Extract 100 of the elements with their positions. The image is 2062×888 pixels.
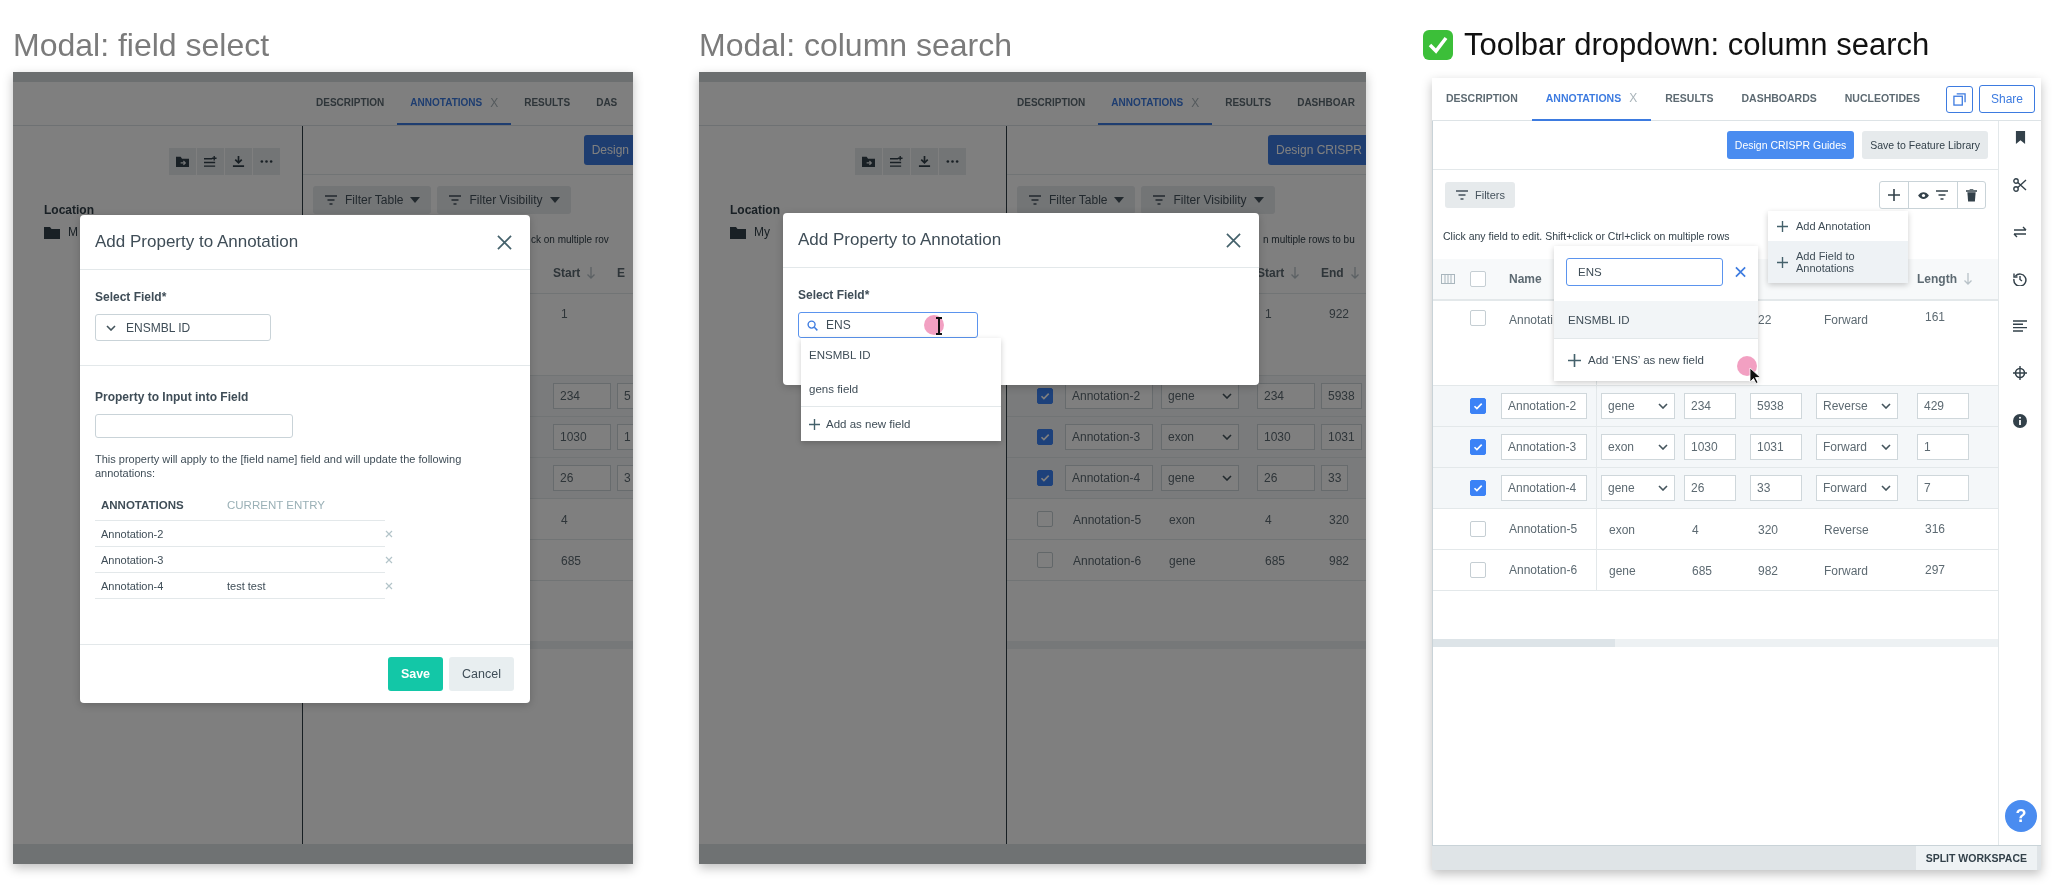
design-button[interactable]: Design CRISPR Guides bbox=[1726, 131, 1855, 159]
tab[interactable]: RESULTS bbox=[1651, 78, 1728, 121]
end-field[interactable]: 1031 bbox=[1321, 424, 1362, 450]
toolbar-button[interactable] bbox=[939, 148, 966, 175]
field-select[interactable]: ENSMBL ID bbox=[95, 314, 271, 341]
tab[interactable]: NUCLEOTIDES bbox=[1830, 78, 1934, 121]
length-field[interactable]: 429 bbox=[1917, 393, 1969, 419]
type-dropdown[interactable]: gene bbox=[1601, 475, 1675, 501]
filter-dropdown[interactable]: Filter Table bbox=[1017, 186, 1136, 214]
checkbox[interactable] bbox=[1470, 271, 1486, 287]
clear-icon[interactable] bbox=[1734, 266, 1746, 278]
tab[interactable]: DASHBOARDS bbox=[1727, 78, 1831, 121]
dropdown-option[interactable]: gens field bbox=[801, 372, 1001, 406]
column-header[interactable]: E bbox=[617, 266, 625, 280]
toolbar-button[interactable] bbox=[169, 148, 196, 175]
toolbar-button[interactable] bbox=[197, 148, 224, 175]
type-dropdown[interactable]: gene bbox=[1601, 393, 1675, 419]
start-field[interactable]: 1030 bbox=[553, 424, 611, 450]
length-field[interactable]: 1 bbox=[1917, 434, 1969, 460]
checkbox[interactable] bbox=[1037, 470, 1053, 486]
name-field[interactable]: Annotation-4 bbox=[1501, 475, 1587, 501]
lines-icon[interactable] bbox=[2013, 320, 2027, 332]
checkbox[interactable] bbox=[1037, 429, 1053, 445]
toolbar-button[interactable] bbox=[225, 148, 252, 175]
name-field[interactable]: Annotation-2 bbox=[1501, 393, 1587, 419]
remove-icon[interactable] bbox=[385, 555, 393, 564]
strand-dropdown[interactable]: Forward bbox=[1816, 475, 1898, 501]
name-field[interactable]: Annotation-4 bbox=[1065, 465, 1153, 491]
search-field[interactable]: ENS bbox=[798, 312, 978, 338]
start-field[interactable]: 26 bbox=[1684, 475, 1736, 501]
search-result[interactable]: ENSMBL ID bbox=[1554, 301, 1758, 339]
cancel-button[interactable]: Cancel bbox=[449, 657, 514, 691]
checkbox[interactable] bbox=[1037, 552, 1053, 568]
start-field[interactable]: 234 bbox=[1684, 393, 1736, 419]
design-button[interactable]: Design CRISPR bbox=[1267, 135, 1366, 165]
folder-name[interactable]: My bbox=[754, 225, 770, 239]
scrollbar-thumb[interactable] bbox=[1433, 639, 1615, 647]
tab-close-button[interactable]: X bbox=[1629, 91, 1638, 105]
tab[interactable]: DASHBOAR bbox=[1284, 82, 1366, 125]
end-field[interactable]: 5938 bbox=[1321, 383, 1362, 409]
tab[interactable]: DESCRIPTION bbox=[1432, 78, 1532, 121]
filter-dropdown[interactable]: Filter Visibility bbox=[437, 186, 571, 214]
start-field[interactable]: 234 bbox=[1257, 383, 1315, 409]
save-button[interactable]: Save bbox=[387, 657, 444, 691]
add-field-option[interactable]: Add as new field bbox=[801, 406, 1001, 441]
menu-item[interactable]: Add Field to Annotations bbox=[1768, 241, 1908, 283]
split-workspace-button[interactable]: SPLIT WORKSPACE bbox=[1915, 846, 2037, 870]
search-field[interactable]: ENS bbox=[1566, 258, 1723, 286]
tab[interactable]: RESULTS bbox=[511, 82, 584, 125]
copy-button[interactable] bbox=[1945, 85, 1973, 113]
swap-arrows-icon[interactable] bbox=[2013, 226, 2027, 238]
folder-name[interactable]: M bbox=[68, 225, 78, 239]
checkbox[interactable] bbox=[1470, 310, 1486, 326]
strand-dropdown[interactable]: Reverse bbox=[1816, 393, 1898, 419]
design-button[interactable]: Design bbox=[583, 135, 633, 165]
dropdown-option[interactable]: ENSMBL ID bbox=[801, 338, 1001, 372]
type-dropdown[interactable]: gene bbox=[1161, 383, 1239, 409]
type-dropdown[interactable]: gene bbox=[1161, 465, 1239, 491]
length-field[interactable]: 7 bbox=[1917, 475, 1969, 501]
filter-dropdown[interactable]: Filter Table bbox=[313, 186, 432, 214]
save-library-button[interactable]: Save to Feature Library bbox=[1862, 131, 1988, 159]
start-field[interactable]: 234 bbox=[553, 383, 611, 409]
add-field-option[interactable]: Add ‘ENS’ as new field bbox=[1554, 339, 1758, 381]
end-field[interactable]: 3 bbox=[617, 465, 633, 491]
filters-button[interactable]: Filters bbox=[1445, 182, 1515, 208]
history-icon[interactable] bbox=[2013, 272, 2027, 286]
scissors-icon[interactable] bbox=[2013, 178, 2027, 192]
property-input[interactable] bbox=[95, 414, 293, 438]
info-icon[interactable] bbox=[2013, 414, 2027, 428]
checkbox[interactable] bbox=[1470, 480, 1486, 496]
checkbox[interactable] bbox=[1037, 511, 1053, 527]
share-button[interactable]: Share bbox=[1978, 85, 2035, 113]
type-dropdown[interactable]: exon bbox=[1161, 424, 1239, 450]
close-icon[interactable] bbox=[497, 234, 512, 250]
scrollbar[interactable] bbox=[1433, 639, 1998, 647]
column-header[interactable]: Length bbox=[1917, 272, 1957, 286]
checkbox[interactable] bbox=[1037, 388, 1053, 404]
end-field[interactable]: 1031 bbox=[1750, 434, 1802, 460]
close-icon[interactable] bbox=[1226, 232, 1241, 248]
crosshair-icon[interactable] bbox=[2013, 366, 2027, 380]
checkbox[interactable] bbox=[1470, 439, 1486, 455]
tab[interactable]: RESULTS bbox=[1212, 82, 1285, 125]
end-field[interactable]: 33 bbox=[1750, 475, 1802, 501]
toolbar-button[interactable] bbox=[883, 148, 910, 175]
bookmark-icon[interactable] bbox=[2014, 131, 2026, 144]
scrollbar[interactable] bbox=[1007, 641, 1366, 649]
help-button[interactable]: ? bbox=[2005, 800, 2037, 832]
strand-dropdown[interactable]: Forward bbox=[1816, 434, 1898, 460]
name-field[interactable]: Annotation-3 bbox=[1501, 434, 1587, 460]
checkbox[interactable] bbox=[1470, 521, 1486, 537]
start-field[interactable]: 1030 bbox=[1684, 434, 1736, 460]
filter-dropdown[interactable]: Filter Visibility bbox=[1141, 186, 1275, 214]
tab[interactable]: DAS bbox=[583, 82, 631, 125]
checkbox[interactable] bbox=[1470, 398, 1486, 414]
column-header[interactable]: Name bbox=[1501, 272, 1542, 286]
end-field[interactable]: 1 bbox=[617, 424, 633, 450]
toolbar-button[interactable] bbox=[911, 148, 938, 175]
remove-icon[interactable] bbox=[385, 529, 393, 538]
type-dropdown[interactable]: exon bbox=[1601, 434, 1675, 460]
start-field[interactable]: 1030 bbox=[1257, 424, 1315, 450]
